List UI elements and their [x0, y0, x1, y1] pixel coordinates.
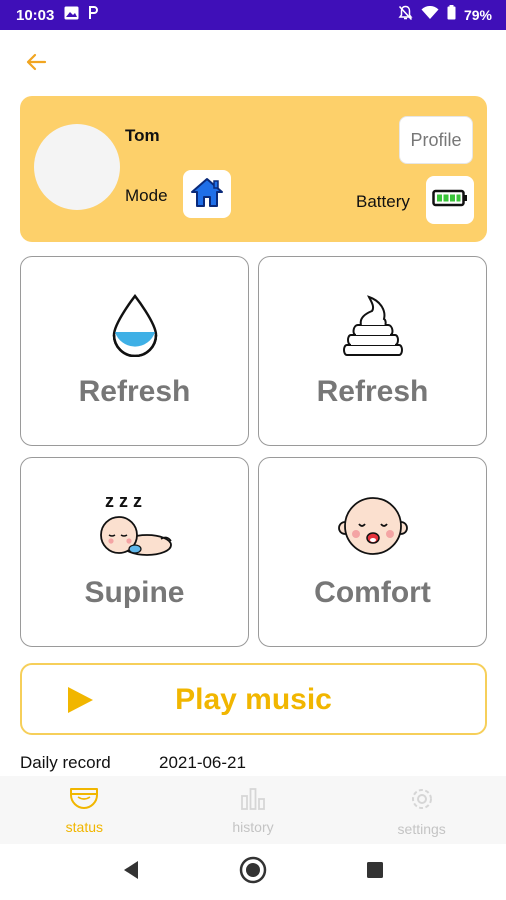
back-triangle-icon	[122, 860, 140, 885]
svg-text:z: z	[105, 491, 114, 511]
home-circle-icon	[239, 856, 267, 889]
status-bar: 10:03 79%	[0, 0, 506, 30]
nav-recents-button[interactable]	[355, 852, 395, 892]
status-time: 10:03	[16, 6, 55, 24]
tab-history[interactable]: history	[169, 776, 338, 844]
mode-label: Mode	[125, 186, 168, 205]
tab-settings[interactable]: settings	[337, 776, 506, 844]
battery-status	[426, 176, 474, 224]
avatar[interactable]	[34, 124, 120, 210]
image-icon	[64, 6, 79, 25]
play-music-button[interactable]: Play music	[20, 663, 487, 735]
tab-status[interactable]: status	[0, 776, 169, 844]
battery-percent: 79%	[463, 7, 492, 23]
battery-full-icon	[432, 189, 468, 212]
parking-icon	[87, 5, 99, 25]
bar-chart-icon	[239, 786, 267, 815]
gear-icon	[409, 786, 435, 817]
urine-refresh-tile[interactable]: Refresh	[20, 256, 249, 446]
wifi-icon	[421, 5, 439, 25]
sleeping-baby-icon: z z z	[95, 491, 175, 566]
battery-label: Battery	[356, 192, 410, 211]
home-icon	[190, 176, 224, 213]
profile-button[interactable]: Profile	[399, 116, 473, 164]
diaper-icon	[69, 786, 99, 815]
svg-text:z: z	[119, 491, 128, 511]
recents-square-icon	[366, 861, 384, 884]
nav-home-button[interactable]	[233, 852, 273, 892]
back-button[interactable]	[22, 50, 50, 78]
battery-icon	[447, 5, 456, 25]
tile-label: Refresh	[316, 375, 429, 408]
tile-label: Comfort	[314, 576, 431, 609]
daily-record-label: Daily record	[20, 753, 111, 772]
nav-back-button[interactable]	[111, 852, 151, 892]
arrow-left-icon	[25, 53, 47, 76]
notifications-off-icon	[398, 5, 413, 26]
tab-label: status	[65, 819, 104, 835]
profile-card: Tom Mode Profile Battery	[20, 96, 487, 242]
supine-tile[interactable]: z z z Supine	[20, 457, 249, 647]
comfort-tile[interactable]: Comfort	[258, 457, 487, 647]
bottom-tab-bar: status history settings	[0, 776, 506, 844]
tab-label: history	[232, 819, 274, 835]
tab-label: settings	[397, 821, 446, 837]
system-nav-bar	[0, 844, 506, 900]
mode-button[interactable]	[183, 170, 231, 218]
user-name: Tom	[125, 126, 160, 145]
crying-baby-icon	[337, 494, 409, 563]
play-music-label: Play music	[175, 683, 332, 716]
tile-label: Refresh	[78, 375, 191, 408]
stool-refresh-tile[interactable]: Refresh	[258, 256, 487, 446]
water-drop-icon	[110, 293, 160, 362]
tile-label: Supine	[84, 576, 185, 609]
daily-record-date: 2021-06-21	[159, 753, 246, 772]
svg-text:z: z	[133, 491, 142, 511]
poop-icon	[341, 293, 405, 362]
